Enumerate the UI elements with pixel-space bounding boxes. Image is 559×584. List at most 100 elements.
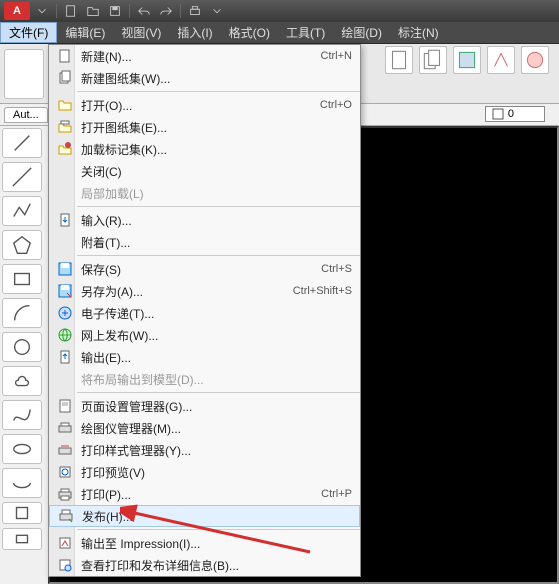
- menu-draw[interactable]: 绘图(D): [333, 22, 390, 43]
- menu-item-14[interactable]: 电子传递(T)...: [49, 302, 360, 324]
- menu-item-12[interactable]: 保存(S)Ctrl+S: [49, 258, 360, 280]
- layer-color-icon: [492, 108, 504, 120]
- construction-line-tool[interactable]: [2, 162, 42, 192]
- new-icon[interactable]: [61, 2, 81, 20]
- line-tool[interactable]: [2, 128, 42, 158]
- menu-item-26[interactable]: 输出至 Impression(I)...: [49, 532, 360, 554]
- menu-item-shortcut: Ctrl+N: [321, 50, 352, 62]
- menu-item-label: 打开(O)...: [77, 97, 320, 114]
- circle-tool[interactable]: [2, 332, 42, 362]
- toolbar-icon-1[interactable]: [385, 46, 413, 74]
- menu-item-label: 发布(H)...: [78, 508, 351, 525]
- toolbar-icon-4[interactable]: [487, 46, 515, 74]
- menu-item-label: 输出(E)...: [77, 349, 352, 366]
- menu-format[interactable]: 格式(O): [221, 22, 278, 43]
- layer-name: 0: [508, 108, 514, 120]
- menu-item-label: 将布局输出到模型(D)...: [77, 371, 352, 388]
- menu-item-20[interactable]: 绘图仪管理器(M)...: [49, 417, 360, 439]
- menu-item-24[interactable]: 发布(H)...: [49, 505, 360, 527]
- undo-icon[interactable]: [134, 2, 154, 20]
- menu-item-label: 打印样式管理器(Y)...: [77, 442, 352, 459]
- publish-icon: [54, 508, 78, 524]
- menu-insert[interactable]: 插入(I): [169, 22, 220, 43]
- plotstyle-icon: [53, 442, 77, 458]
- draw-tool-palette: [2, 128, 46, 550]
- new-icon: [53, 48, 77, 64]
- open-icon[interactable]: [83, 2, 103, 20]
- menu-dimension[interactable]: 标注(N): [390, 22, 447, 43]
- impression-icon: [53, 535, 77, 551]
- open-icon: [53, 97, 77, 113]
- ellipse-arc-tool[interactable]: [2, 468, 42, 498]
- saveas-icon: [53, 283, 77, 299]
- menu-item-6[interactable]: 关闭(C): [49, 160, 360, 182]
- menu-item-shortcut: Ctrl+S: [321, 263, 352, 275]
- menu-item-22[interactable]: 打印预览(V): [49, 461, 360, 483]
- menu-item-13[interactable]: 另存为(A)...Ctrl+Shift+S: [49, 280, 360, 302]
- menu-item-label: 查看打印和发布详细信息(B)...: [77, 557, 352, 574]
- document-tab[interactable]: Aut...: [4, 107, 48, 123]
- export-icon: [53, 349, 77, 365]
- polygon-tool[interactable]: [2, 230, 42, 260]
- menu-item-21[interactable]: 打印样式管理器(Y)...: [49, 439, 360, 461]
- menu-item-label: 保存(S): [77, 261, 321, 278]
- menu-item-0[interactable]: 新建(N)...Ctrl+N: [49, 45, 360, 67]
- print-icon[interactable]: [185, 2, 205, 20]
- toolbar-icon-2[interactable]: [419, 46, 447, 74]
- markup-icon: [53, 141, 77, 157]
- rectangle-tool[interactable]: [2, 264, 42, 294]
- print-icon: [53, 486, 77, 502]
- spline-tool[interactable]: [2, 400, 42, 430]
- plotmgr-icon: [53, 420, 77, 436]
- menu-item-7: 局部加载(L): [49, 182, 360, 204]
- menu-item-10[interactable]: 附着(T)...: [49, 231, 360, 253]
- menu-item-label: 输入(R)...: [77, 212, 352, 229]
- block-tool[interactable]: [2, 502, 42, 524]
- menu-bar: 文件(F) 编辑(E) 视图(V) 插入(I) 格式(O) 工具(T) 绘图(D…: [0, 22, 559, 44]
- menu-item-16[interactable]: 输出(E)...: [49, 346, 360, 368]
- arc-tool[interactable]: [2, 298, 42, 328]
- menu-file[interactable]: 文件(F): [0, 22, 57, 43]
- import-icon: [53, 212, 77, 228]
- toolbar-icon-3[interactable]: [453, 46, 481, 74]
- menu-item-4[interactable]: 打开图纸集(E)...: [49, 116, 360, 138]
- menu-tools[interactable]: 工具(T): [278, 22, 333, 43]
- qat-more-icon[interactable]: [207, 2, 227, 20]
- menu-item-shortcut: Ctrl+P: [321, 488, 352, 500]
- menu-item-9[interactable]: 输入(R)...: [49, 209, 360, 231]
- menu-item-27[interactable]: 查看打印和发布详细信息(B)...: [49, 554, 360, 576]
- menu-item-label: 打印预览(V): [77, 464, 352, 481]
- menu-item-1[interactable]: 新建图纸集(W)...: [49, 67, 360, 89]
- layer-selector[interactable]: 0: [485, 106, 545, 122]
- menu-item-23[interactable]: 打印(P)...Ctrl+P: [49, 483, 360, 505]
- menu-item-label: 新建(N)...: [77, 48, 321, 65]
- redo-icon[interactable]: [156, 2, 176, 20]
- menu-item-label: 打开图纸集(E)...: [77, 119, 352, 136]
- etransmit-icon: [53, 305, 77, 321]
- menu-item-label: 加载标记集(K)...: [77, 141, 352, 158]
- menu-item-19[interactable]: 页面设置管理器(G)...: [49, 395, 360, 417]
- preview-icon: [53, 464, 77, 480]
- menu-item-3[interactable]: 打开(O)...Ctrl+O: [49, 94, 360, 116]
- ellipse-tool[interactable]: [2, 434, 42, 464]
- toolbar-big-button[interactable]: [4, 49, 44, 99]
- revision-cloud-tool[interactable]: [2, 366, 42, 396]
- menu-item-label: 新建图纸集(W)...: [77, 70, 352, 87]
- menu-item-label: 打印(P)...: [77, 486, 321, 503]
- menu-item-17: 将布局输出到模型(D)...: [49, 368, 360, 390]
- menu-item-5[interactable]: 加载标记集(K)...: [49, 138, 360, 160]
- save-icon: [53, 261, 77, 277]
- info-icon: [53, 557, 77, 573]
- toolbar-icon-5[interactable]: [521, 46, 549, 74]
- menu-edit[interactable]: 编辑(E): [57, 22, 113, 43]
- sheets-icon: [53, 70, 77, 86]
- menu-item-shortcut: Ctrl+Shift+S: [293, 285, 352, 297]
- menu-item-label: 局部加载(L): [77, 185, 352, 202]
- app-logo[interactable]: A: [4, 2, 30, 20]
- point-tool[interactable]: [2, 528, 42, 550]
- menu-view[interactable]: 视图(V): [113, 22, 169, 43]
- polyline-tool[interactable]: [2, 196, 42, 226]
- menu-item-15[interactable]: 网上发布(W)...: [49, 324, 360, 346]
- qat-dropdown-icon[interactable]: [32, 2, 52, 20]
- save-icon[interactable]: [105, 2, 125, 20]
